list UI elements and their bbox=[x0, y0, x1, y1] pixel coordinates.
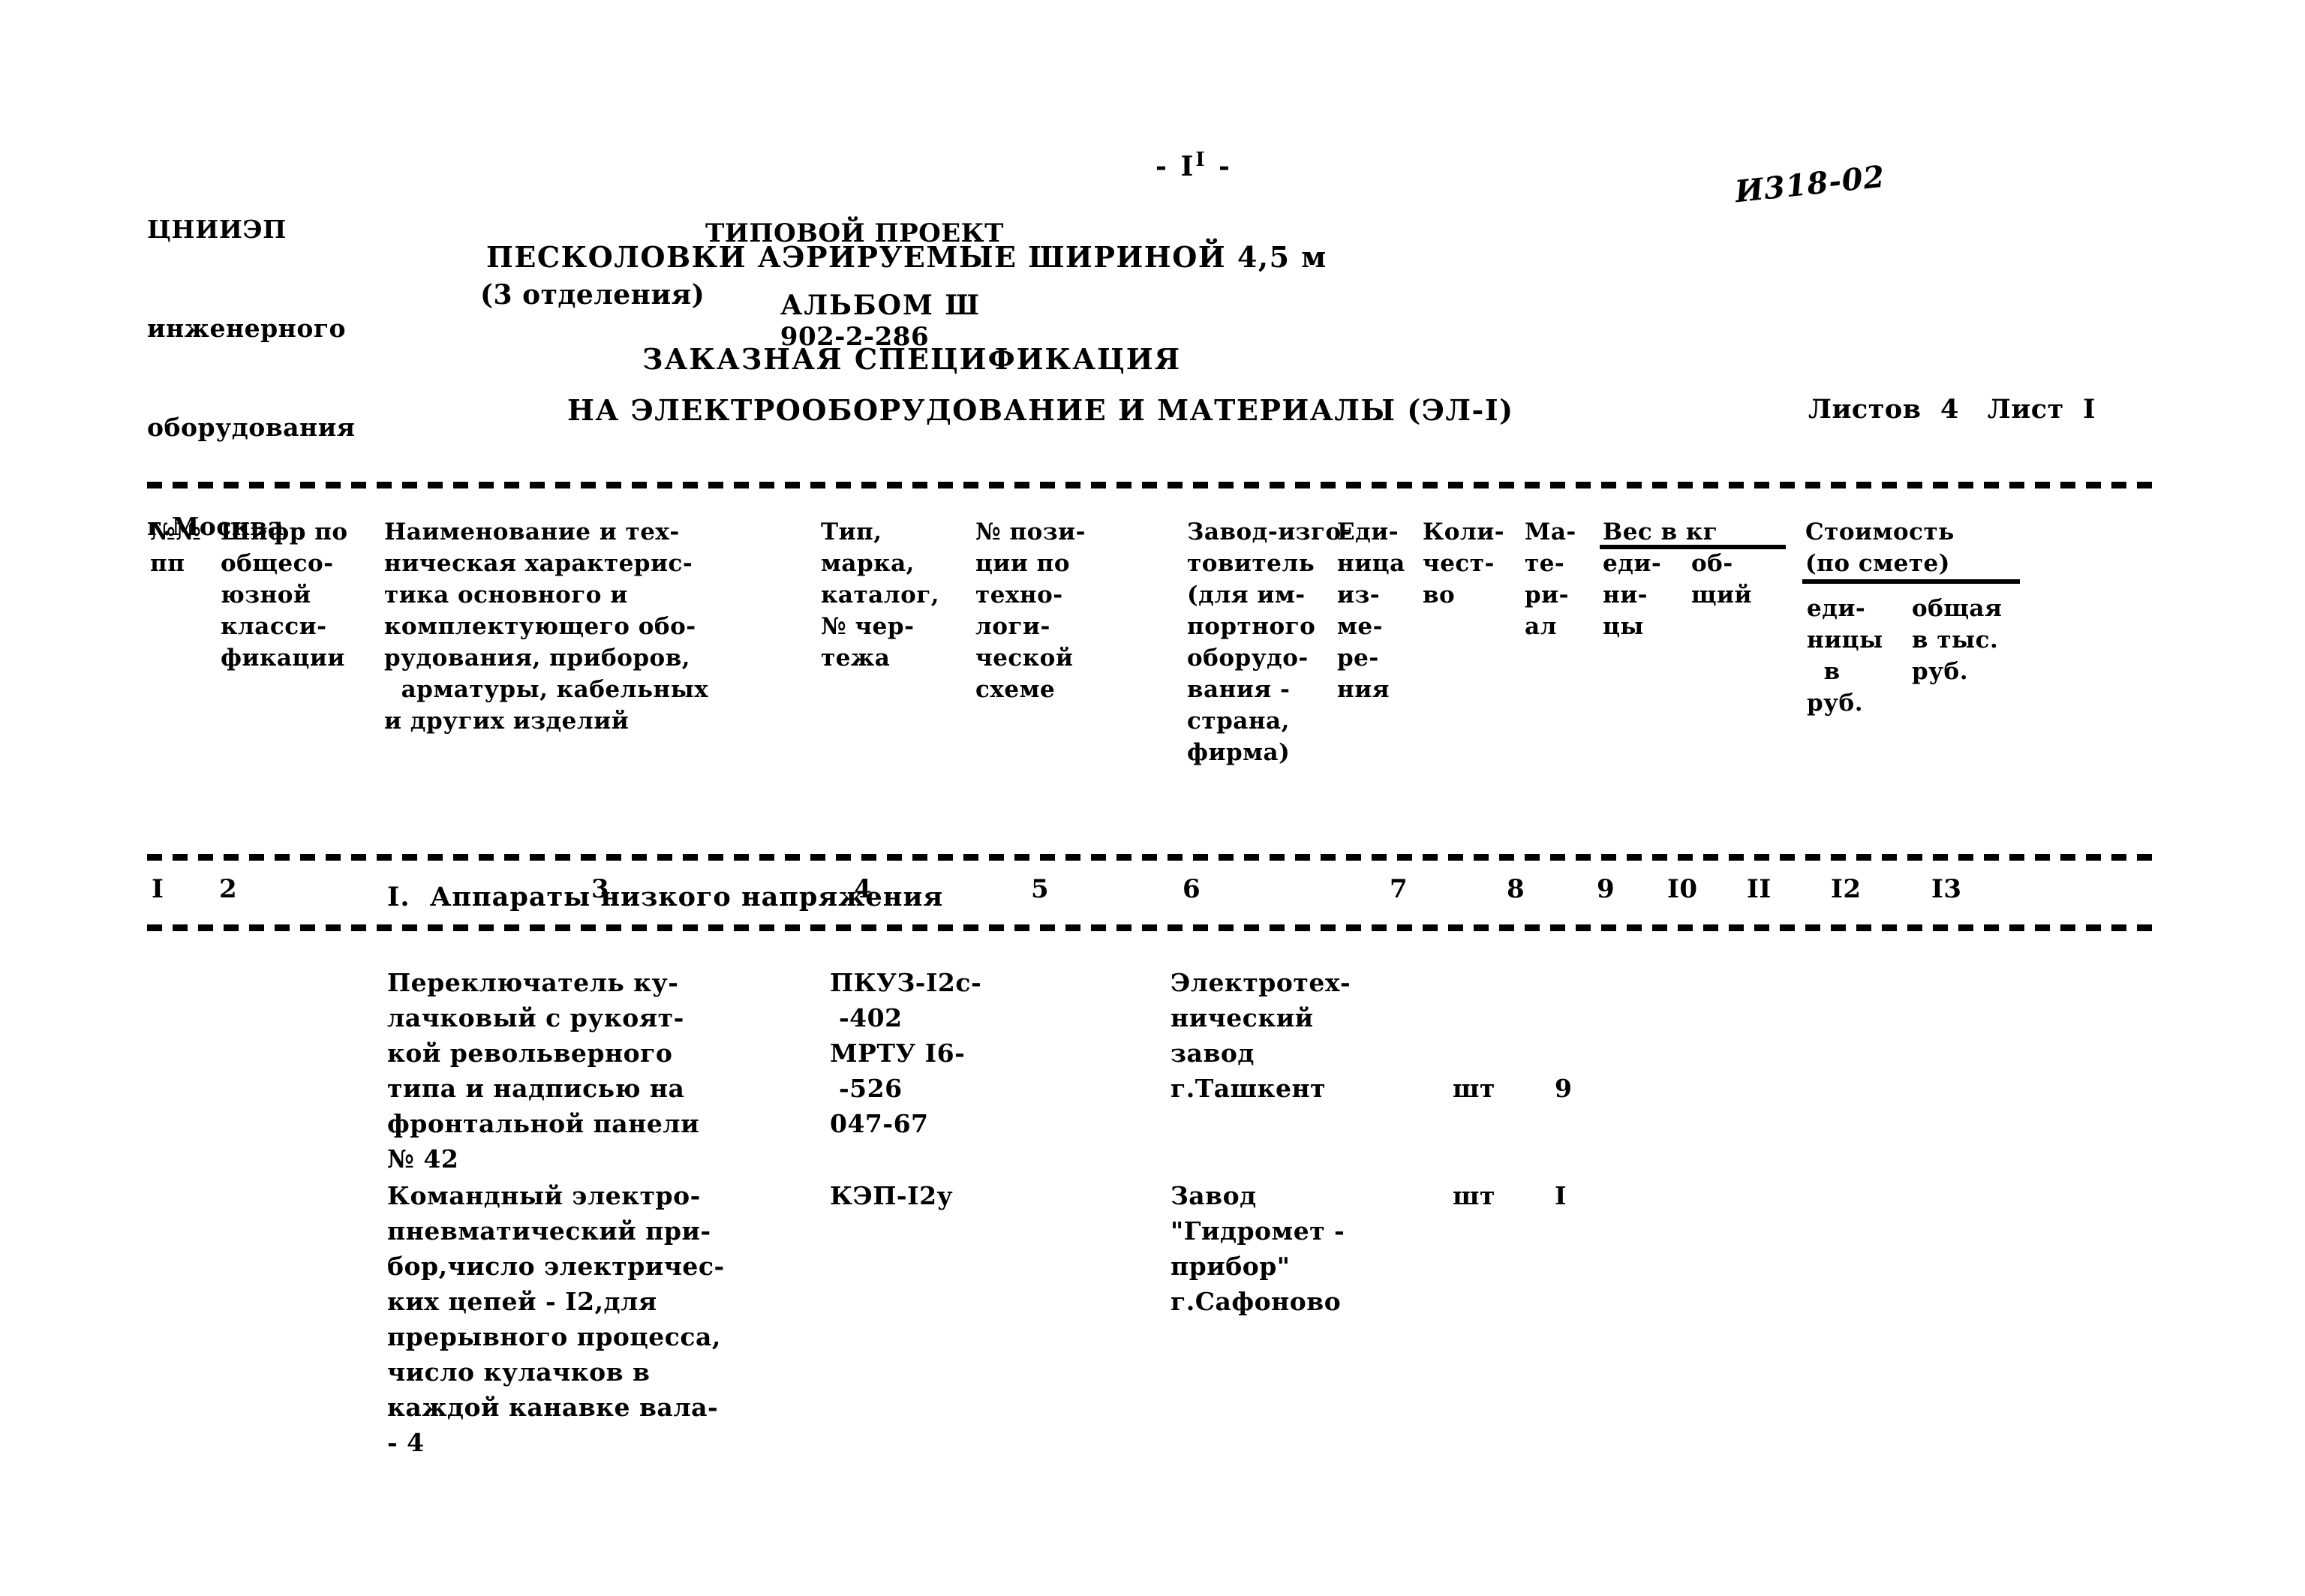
col-header-material: Ма- те- ри- ал bbox=[1525, 518, 1576, 640]
col-header-cost-total: общая в тыс. руб. bbox=[1912, 595, 2003, 685]
row-1-unit: шт bbox=[1453, 1074, 1495, 1103]
colnum-13: I3 bbox=[1931, 874, 1962, 904]
cost-group-underline bbox=[1802, 579, 2020, 584]
colnum-9: 9 bbox=[1597, 874, 1615, 904]
col-header-description: Наименование и тех- ническая характерис-… bbox=[384, 518, 709, 735]
table-rule-top bbox=[147, 482, 2155, 488]
table-rule-bottom bbox=[147, 924, 2155, 931]
handwritten-archive-code: И318-02 bbox=[1733, 158, 1887, 210]
col-header-position: № пози- ции по техно- логи- ческой схеме bbox=[975, 518, 1086, 703]
col-header-weight-group: Вес в кг bbox=[1603, 518, 1718, 546]
document-type-title: ЗАКАЗНАЯ СПЕЦИФИКАЦИЯ bbox=[642, 342, 1182, 376]
page-marker: - II - bbox=[1156, 150, 1232, 180]
colnum-8: 8 bbox=[1507, 874, 1525, 904]
colnum-11: II bbox=[1747, 874, 1772, 904]
row-1-description: Переключатель ку- лачковый с рукоят- кой… bbox=[387, 968, 700, 1174]
row-1-type: ПКУЗ-I2с- -402 МРТУ I6- -526 047-67 bbox=[830, 968, 982, 1138]
org-line-2: инженерного bbox=[147, 314, 347, 343]
row-2-manufacturer: Завод "Гидромет - прибор" г.Сафоново bbox=[1171, 1181, 1345, 1316]
colnum-12: I2 bbox=[1831, 874, 1862, 904]
colnum-7: 7 bbox=[1390, 874, 1408, 904]
row-2-description: Командный электро- пневматический при- б… bbox=[387, 1181, 725, 1457]
col-header-weight-unit: еди- ни- цы bbox=[1603, 550, 1662, 640]
sheet-number: I bbox=[2083, 394, 2096, 425]
col-header-num: №№ пп bbox=[150, 518, 202, 577]
org-line-3: оборудования bbox=[147, 413, 356, 442]
sheets-total-value: 4 bbox=[1940, 394, 1959, 425]
project-identifier: ТИПОВОЙ ПРОЕКТ 902-2-286 bbox=[705, 147, 1004, 423]
table-rule-middle bbox=[147, 854, 2155, 861]
col-header-unit: Еди- ница из- ме- ре- ния bbox=[1337, 518, 1405, 703]
page-marker-superscript: I bbox=[1195, 149, 1207, 171]
row-1-quantity: 9 bbox=[1555, 1074, 1573, 1103]
title-line-sections: (3 отделения) bbox=[480, 279, 705, 311]
row-2-unit: шт bbox=[1453, 1181, 1495, 1210]
album-label: АЛЬБОМ Ш bbox=[780, 290, 981, 321]
page-marker-end: - bbox=[1207, 151, 1232, 182]
document-page: ЦНИИЭП инженерного оборудования г.Москва… bbox=[0, 0, 2305, 1596]
section-heading: I. Аппараты низкого напряжения bbox=[387, 882, 944, 912]
title-line-main: ПЕСКОЛОВКИ АЭРИРУЕМЫЕ ШИРИНОЙ 4,5 м bbox=[486, 240, 1327, 274]
page-marker-main: - I bbox=[1156, 151, 1196, 182]
col-header-quantity: Коли- чест- во bbox=[1423, 518, 1505, 609]
document-subject: НА ЭЛЕКТРООБОРУДОВАНИЕ И МАТЕРИАЛЫ (ЭЛ-I… bbox=[567, 393, 1514, 427]
sheet-label: Лист bbox=[1987, 394, 2064, 425]
col-header-cost-group: Стоимость (по смете) bbox=[1805, 518, 1955, 577]
col-header-cost-unit: еди- ницы в руб. bbox=[1807, 595, 1883, 717]
org-line-1: ЦНИИЭП bbox=[147, 215, 287, 244]
col-header-weight-total: об- щий bbox=[1691, 550, 1753, 609]
row-2-quantity: I bbox=[1555, 1181, 1567, 1210]
sheets-total-label: Листов bbox=[1808, 394, 1922, 425]
colnum-5: 5 bbox=[1031, 874, 1050, 904]
colnum-6: 6 bbox=[1183, 874, 1201, 904]
colnum-1: I bbox=[152, 874, 164, 904]
colnum-2: 2 bbox=[219, 874, 238, 904]
col-header-code: Шифр по общесо- юзной класси- фикации bbox=[221, 518, 348, 672]
sheet-counter: Листов 4 Лист I bbox=[1808, 396, 2096, 422]
row-2-type: КЭП-I2у bbox=[830, 1181, 954, 1210]
colnum-10: I0 bbox=[1667, 874, 1698, 904]
row-1-manufacturer: Электротех- нический завод г.Ташкент bbox=[1171, 968, 1351, 1103]
col-header-type: Тип, марка, каталог, № чер- тежа bbox=[821, 518, 940, 672]
